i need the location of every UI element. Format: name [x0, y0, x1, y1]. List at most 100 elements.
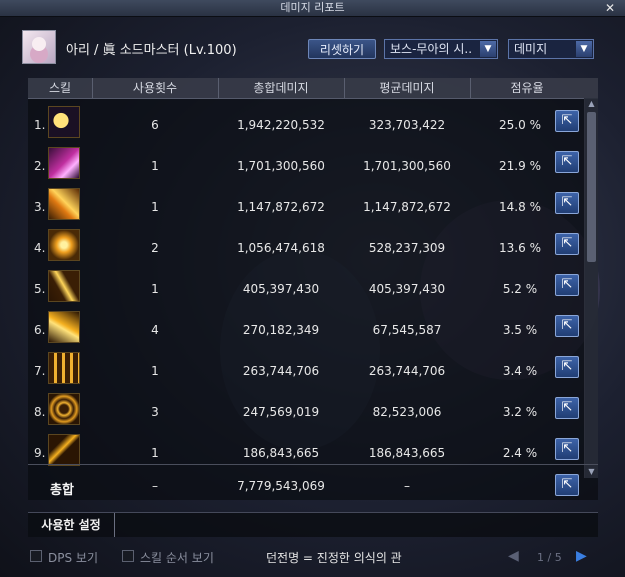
dps-checkbox[interactable]	[30, 550, 42, 562]
share-cell: 25.0 %	[499, 118, 541, 132]
share-icon: ⇱	[561, 236, 573, 251]
share-button[interactable]: ⇱	[555, 315, 579, 337]
share-button[interactable]: ⇱	[555, 397, 579, 419]
table-row: 2. 1 1,701,300,560 1,701,300,560 21.9 % …	[28, 145, 584, 185]
table-row: 1. 6 1,942,220,532 323,703,422 25.0 % ⇱	[28, 104, 584, 144]
golden-rain-skill-icon	[48, 352, 80, 384]
share-icon: ⇱	[561, 154, 573, 169]
table-header: 스킬 사용횟수 총합데미지 평균데미지 점유율	[28, 78, 598, 99]
footer-bar: DPS 보기 스킬 순서 보기 던전명 = 진정한 의식의 관 ◀ 1 / 5 …	[0, 545, 625, 571]
close-icon[interactable]: ✕	[603, 0, 617, 16]
title-bar: 데미지 리포트 ✕	[0, 0, 625, 17]
share-cell: 5.2 %	[502, 282, 538, 296]
crescent-moon-skill-icon	[48, 106, 80, 138]
window-title: 데미지 리포트	[280, 1, 345, 14]
share-icon: ⇱	[561, 400, 573, 415]
total-row: 총합 – 7,779,543,069 – ⇱	[28, 473, 598, 503]
diagonal-strike-skill-icon	[48, 270, 80, 302]
page-indicator: 1 / 5	[537, 551, 562, 564]
damage-type-select-value: 데미지	[514, 42, 548, 56]
share-button[interactable]: ⇱	[555, 356, 579, 378]
column-header-share: 점유율	[510, 81, 544, 95]
chevron-down-icon: ▼	[480, 41, 496, 57]
chevron-down-icon: ▼	[576, 41, 592, 57]
scroll-thumb[interactable]	[587, 112, 596, 262]
uses-cell: 1	[151, 446, 159, 460]
table-scrollbar[interactable]: ▲ ▼	[584, 98, 598, 478]
share-button[interactable]: ⇱	[555, 233, 579, 255]
prev-page-icon[interactable]: ◀	[508, 548, 519, 564]
damage-table-panel: 스킬 사용횟수 총합데미지 평균데미지 점유율 1. 6 1,942,220,5…	[28, 78, 598, 500]
average-damage-cell: 323,703,422	[368, 118, 446, 132]
average-damage-cell: 405,397,430	[368, 282, 446, 296]
uses-cell: 3	[151, 405, 159, 419]
share-cell: 2.4 %	[502, 446, 538, 460]
grand-total-damage-cell: 7,779,543,069	[237, 479, 325, 493]
share-icon: ⇱	[561, 195, 573, 210]
reset-button[interactable]: 리셋하기	[308, 39, 376, 59]
spiral-slash-skill-icon	[48, 393, 80, 425]
table-row: 3. 1 1,147,872,672 1,147,872,672 14.8 % …	[28, 186, 584, 226]
total-label: 총합	[50, 483, 74, 498]
row-rank: 5.	[34, 282, 46, 296]
row-rank: 7.	[34, 364, 46, 378]
share-button[interactable]: ⇱	[555, 110, 579, 132]
total-damage-cell: 1,147,872,672	[237, 200, 325, 214]
table-row: 7. 1 263,744,706 263,744,706 3.4 % ⇱	[28, 350, 584, 390]
share-cell: 13.6 %	[499, 241, 541, 255]
uses-cell: 4	[151, 323, 159, 337]
average-damage-cell: 67,545,587	[372, 323, 442, 337]
table-row: 8. 3 247,569,019 82,523,006 3.2 % ⇱	[28, 391, 584, 431]
average-damage-cell: 1,701,300,560	[363, 159, 451, 173]
total-damage-cell: 247,569,019	[242, 405, 320, 419]
share-icon: ⇱	[561, 113, 573, 128]
average-damage-cell: 263,744,706	[368, 364, 446, 378]
uses-cell: 1	[151, 364, 159, 378]
skill-order-checkbox[interactable]	[122, 550, 134, 562]
dps-label: DPS 보기	[48, 551, 98, 565]
next-page-icon[interactable]: ▶	[576, 548, 587, 564]
average-damage-cell: 186,843,665	[368, 446, 446, 460]
cross-sword-skill-icon	[48, 434, 80, 466]
skill-order-label: 스킬 순서 보기	[140, 551, 214, 565]
share-cell: 14.8 %	[499, 200, 541, 214]
used-settings-bar: 사용한 설정	[28, 512, 598, 537]
report-header: 아리 / 眞 소드마스터 (Lv.100) 리셋하기 보스-무아의 시.. ▼ …	[20, 30, 600, 66]
total-damage-cell: 1,701,300,560	[237, 159, 325, 173]
row-rank: 8.	[34, 405, 46, 419]
share-button[interactable]: ⇱	[555, 151, 579, 173]
share-cell: 3.2 %	[502, 405, 538, 419]
row-rank: 1.	[34, 118, 46, 132]
damage-type-select[interactable]: 데미지 ▼	[508, 39, 594, 59]
row-rank: 9.	[34, 446, 46, 460]
share-button[interactable]: ⇱	[555, 274, 579, 296]
share-button[interactable]: ⇱	[555, 438, 579, 460]
share-cell: 3.5 %	[502, 323, 538, 337]
scroll-up-icon[interactable]: ▲	[586, 99, 597, 109]
table-row: 6. 4 270,182,349 67,545,587 3.5 % ⇱	[28, 309, 584, 349]
share-icon: ⇱	[561, 318, 573, 333]
row-rank: 3.	[34, 200, 46, 214]
share-cell: 3.4 %	[502, 364, 538, 378]
total-damage-cell: 270,182,349	[242, 323, 320, 337]
total-damage-cell: 186,843,665	[242, 446, 320, 460]
share-button[interactable]: ⇱	[555, 192, 579, 214]
used-settings-tab[interactable]: 사용한 설정	[28, 513, 115, 537]
average-damage-cell: 528,237,309	[368, 241, 446, 255]
average-damage-cell: 82,523,006	[372, 405, 442, 419]
column-header-average: 평균데미지	[344, 78, 471, 98]
table-row: 5. 1 405,397,430 405,397,430 5.2 % ⇱	[28, 268, 584, 308]
row-rank: 4.	[34, 241, 46, 255]
uses-cell: 1	[151, 282, 159, 296]
light-blade-skill-icon	[48, 311, 80, 343]
share-button[interactable]: ⇱	[555, 474, 579, 496]
table-row: 4. 2 1,056,474,618 528,237,309 13.6 % ⇱	[28, 227, 584, 267]
share-cell: 21.9 %	[499, 159, 541, 173]
dungeon-title-text: 던전명 = 진정한 의식의 관	[266, 551, 402, 565]
golden-shatter-skill-icon	[48, 229, 80, 261]
divider	[28, 464, 598, 465]
boss-select[interactable]: 보스-무아의 시.. ▼	[384, 39, 498, 59]
total-damage-cell: 1,942,220,532	[237, 118, 325, 132]
share-icon: ⇱	[561, 359, 573, 374]
total-average-cell: –	[404, 479, 410, 493]
